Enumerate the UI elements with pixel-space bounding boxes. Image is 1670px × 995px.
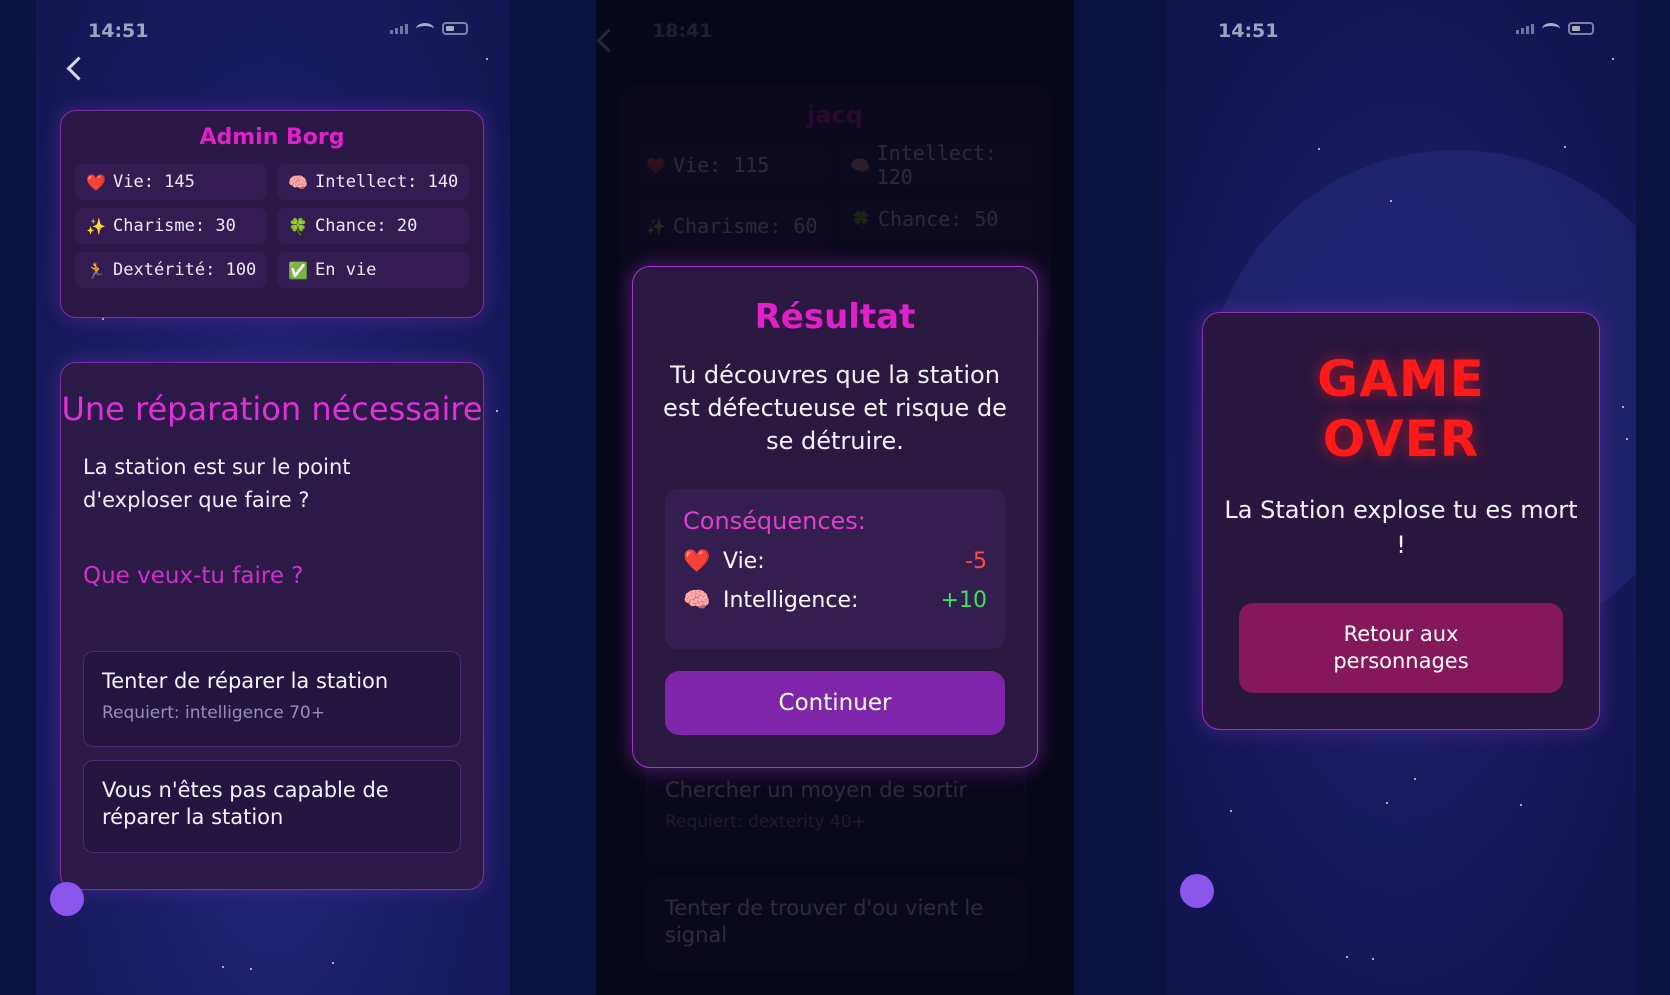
- star: [1346, 956, 1348, 958]
- star: [1612, 58, 1614, 60]
- screen-gap: [1074, 0, 1166, 995]
- stat-charisma: ✨ Charisme: 30: [75, 208, 267, 244]
- choice-option[interactable]: Vous n'êtes pas capable de réparer la st…: [83, 760, 461, 853]
- star: [250, 968, 252, 970]
- result-modal: Résultat Tu découvres que la station est…: [632, 266, 1038, 768]
- event-description: La station est sur le point d'exploser q…: [83, 455, 351, 512]
- check-icon: ✅: [288, 260, 308, 280]
- wifi-icon: [416, 22, 434, 35]
- consequence-label: Vie:: [723, 549, 765, 574]
- consequences-panel: Conséquences: ❤️ Vie: -5 🧠 Intelligence:…: [665, 489, 1005, 649]
- star: [102, 318, 104, 320]
- screen-game-over: 14:51 GAME OVER La Station explose tu es…: [1166, 0, 1636, 995]
- star: [1230, 810, 1232, 812]
- runner-icon: 🏃: [86, 260, 106, 280]
- brain-icon: 🧠: [683, 588, 711, 613]
- choice-option[interactable]: Tenter de réparer la station Requiert: i…: [83, 651, 461, 747]
- screen-event: 14:51 Admin Borg ❤️ Vie: 145 🧠 Intellect: …: [36, 0, 510, 995]
- consequences-title: Conséquences:: [683, 507, 866, 535]
- sparkles-icon: ✨: [86, 216, 106, 236]
- heart-icon: ❤️: [683, 549, 711, 574]
- screen-result: 18:41 jacq ❤️ Vie: 115 🧠 Intellect: 120 ✨ C…: [596, 0, 1074, 995]
- game-over-card: GAME OVER La Station explose tu es mort …: [1202, 312, 1600, 730]
- game-over-title: GAME OVER: [1317, 350, 1485, 468]
- screen-gap: [1636, 0, 1670, 995]
- purple-orb: [50, 882, 84, 916]
- back-to-characters-button[interactable]: Retour aux personnages: [1239, 603, 1563, 693]
- star: [1414, 778, 1416, 780]
- consequence-row: ❤️ Vie: -5: [683, 549, 987, 574]
- star: [1564, 146, 1566, 148]
- clover-icon: 🍀: [288, 216, 308, 236]
- star: [1622, 406, 1624, 408]
- stat-label: Dextérité: 100: [113, 260, 257, 280]
- consequence-value: +10: [940, 588, 987, 613]
- star: [1390, 200, 1392, 202]
- wifi-icon: [1542, 22, 1560, 35]
- stat-label: Charisme: 30: [113, 216, 236, 236]
- brain-icon: 🧠: [288, 172, 308, 192]
- stat-dexterity: 🏃 Dextérité: 100: [75, 252, 267, 288]
- result-body: Tu découvres que la station est défectue…: [663, 361, 1007, 455]
- choice-requirement: Requiert: intelligence 70+: [102, 703, 325, 723]
- character-stats-card: Admin Borg ❤️ Vie: 145 🧠 Intellect: 140 ✨ C…: [60, 110, 484, 318]
- stat-alive: ✅ En vie: [277, 252, 469, 288]
- star: [496, 410, 498, 412]
- star: [1372, 958, 1374, 960]
- game-over-message: La Station explose tu es mort !: [1224, 496, 1578, 559]
- star: [332, 962, 334, 964]
- stat-luck: 🍀 Chance: 20: [277, 208, 469, 244]
- event-card: Une réparation nécessaire La station est…: [60, 362, 484, 890]
- status-time: 14:51: [1218, 20, 1279, 42]
- star: [1386, 802, 1388, 804]
- status-icons: [1516, 22, 1594, 35]
- screen-gap: [510, 0, 596, 995]
- consequence-label: Intelligence:: [723, 588, 859, 613]
- heart-icon: ❤️: [86, 172, 106, 192]
- stat-label: Chance: 20: [315, 216, 418, 236]
- star: [486, 58, 488, 60]
- event-title: Une réparation nécessaire: [61, 390, 483, 428]
- stat-label: Intellect: 140: [315, 172, 459, 192]
- battery-icon: [1568, 22, 1594, 35]
- status-icons: [390, 22, 468, 35]
- star: [222, 966, 224, 968]
- stat-life: ❤️ Vie: 145: [75, 164, 267, 200]
- signal-icon: [1516, 23, 1534, 34]
- purple-orb: [1180, 874, 1214, 908]
- character-name: Admin Borg: [199, 125, 345, 150]
- result-title: Résultat: [754, 297, 916, 337]
- stat-intellect: 🧠 Intellect: 140: [277, 164, 469, 200]
- stat-label: En vie: [315, 260, 377, 280]
- status-time: 14:51: [88, 20, 149, 42]
- event-question: Que veux-tu faire ?: [83, 563, 304, 589]
- consequence-row: 🧠 Intelligence: +10: [683, 588, 987, 613]
- consequence-value: -5: [965, 549, 987, 574]
- star: [1318, 148, 1320, 150]
- stat-label: Vie: 145: [113, 172, 195, 192]
- back-button[interactable]: [58, 50, 94, 86]
- star: [1520, 804, 1522, 806]
- signal-icon: [390, 23, 408, 34]
- star: [1626, 438, 1628, 440]
- battery-icon: [442, 22, 468, 35]
- continue-button[interactable]: Continuer: [665, 671, 1005, 735]
- choice-text: Vous n'êtes pas capable de réparer la st…: [102, 778, 389, 829]
- choice-text: Tenter de réparer la station: [102, 669, 389, 693]
- screen-gap: [0, 0, 36, 995]
